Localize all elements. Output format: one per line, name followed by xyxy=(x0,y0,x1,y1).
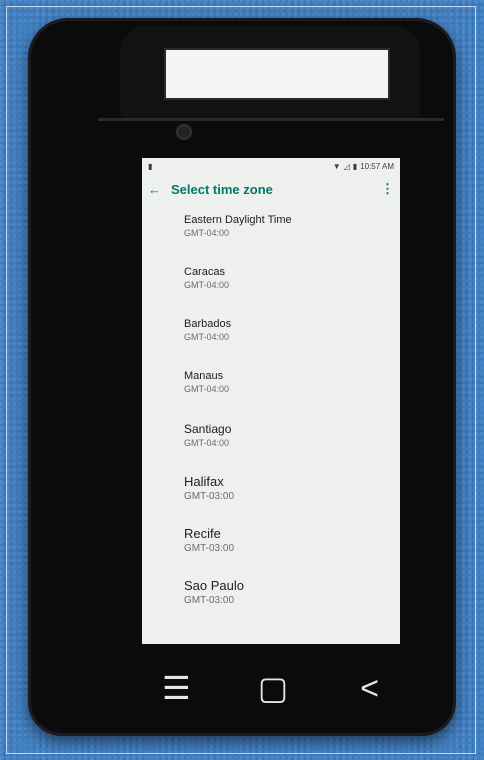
screen: ▮ ▼ ◿ ▮ 10:57 AM ← Select time zone ⋮ Ea… xyxy=(142,158,400,644)
list-item[interactable]: Caracas GMT-04:00 xyxy=(184,256,400,308)
timezone-name: Eastern Daylight Time xyxy=(184,214,292,226)
timezone-offset: GMT-03:00 xyxy=(184,595,235,606)
list-item[interactable]: Manaus GMT-04:00 xyxy=(184,360,400,412)
timezone-offset: GMT-03:00 xyxy=(184,543,235,554)
back-arrow-icon[interactable]: ← xyxy=(148,182,161,197)
device-seam xyxy=(98,118,444,121)
status-bar: ▮ ▼ ◿ ▮ 10:57 AM xyxy=(142,158,400,174)
camera-icon xyxy=(178,126,190,138)
timezone-offset: GMT-04:00 xyxy=(184,228,230,238)
clock: 10:57 AM xyxy=(360,161,394,171)
signal-icon: ◿ xyxy=(343,161,350,171)
receipt-paper xyxy=(164,48,390,100)
timezone-name: Halifax xyxy=(184,474,224,489)
list-item[interactable]: Santiago GMT-04:00 xyxy=(184,412,400,464)
timezone-offset: GMT-03:00 xyxy=(184,491,235,502)
timezone-offset: GMT-04:00 xyxy=(184,438,230,448)
timezone-name: Sao Paulo xyxy=(184,578,244,593)
back-icon[interactable]: < xyxy=(340,670,400,707)
timezone-offset: GMT-04:00 xyxy=(184,280,230,290)
app-bar: ← Select time zone ⋮ xyxy=(142,174,400,204)
list-item[interactable]: Sao Paulo GMT-03:00 xyxy=(184,568,400,620)
timezone-name: Santiago xyxy=(184,422,232,436)
menu-icon[interactable]: ☰ xyxy=(146,669,206,707)
list-item[interactable]: Halifax GMT-03:00 xyxy=(184,464,400,516)
sim-icon: ▮ xyxy=(148,161,153,171)
home-icon[interactable]: ▢ xyxy=(243,669,303,707)
timezone-name: Recife xyxy=(184,526,221,541)
navigation-bar: ☰ ▢ < xyxy=(128,658,418,718)
page-title: Select time zone xyxy=(171,181,273,197)
pos-device: ▮ ▼ ◿ ▮ 10:57 AM ← Select time zone ⋮ Ea… xyxy=(28,18,456,736)
more-options-icon[interactable]: ⋮ xyxy=(381,181,394,197)
list-item[interactable]: Eastern Daylight Time GMT-04:00 xyxy=(184,204,400,256)
timezone-offset: GMT-04:00 xyxy=(184,384,230,394)
timezone-name: Barbados xyxy=(184,318,232,330)
timezone-name: Manaus xyxy=(184,370,224,382)
battery-icon: ▮ xyxy=(352,161,358,171)
wifi-icon: ▼ xyxy=(332,161,341,171)
timezone-offset: GMT-04:00 xyxy=(184,332,230,342)
timezone-list: Eastern Daylight Time GMT-04:00 Caracas … xyxy=(142,204,400,620)
timezone-name: Caracas xyxy=(184,266,225,278)
list-item[interactable]: Barbados GMT-04:00 xyxy=(184,308,400,360)
status-icons: ▼ ◿ ▮ 10:57 AM xyxy=(333,162,394,171)
list-item[interactable]: Recife GMT-03:00 xyxy=(184,516,400,568)
